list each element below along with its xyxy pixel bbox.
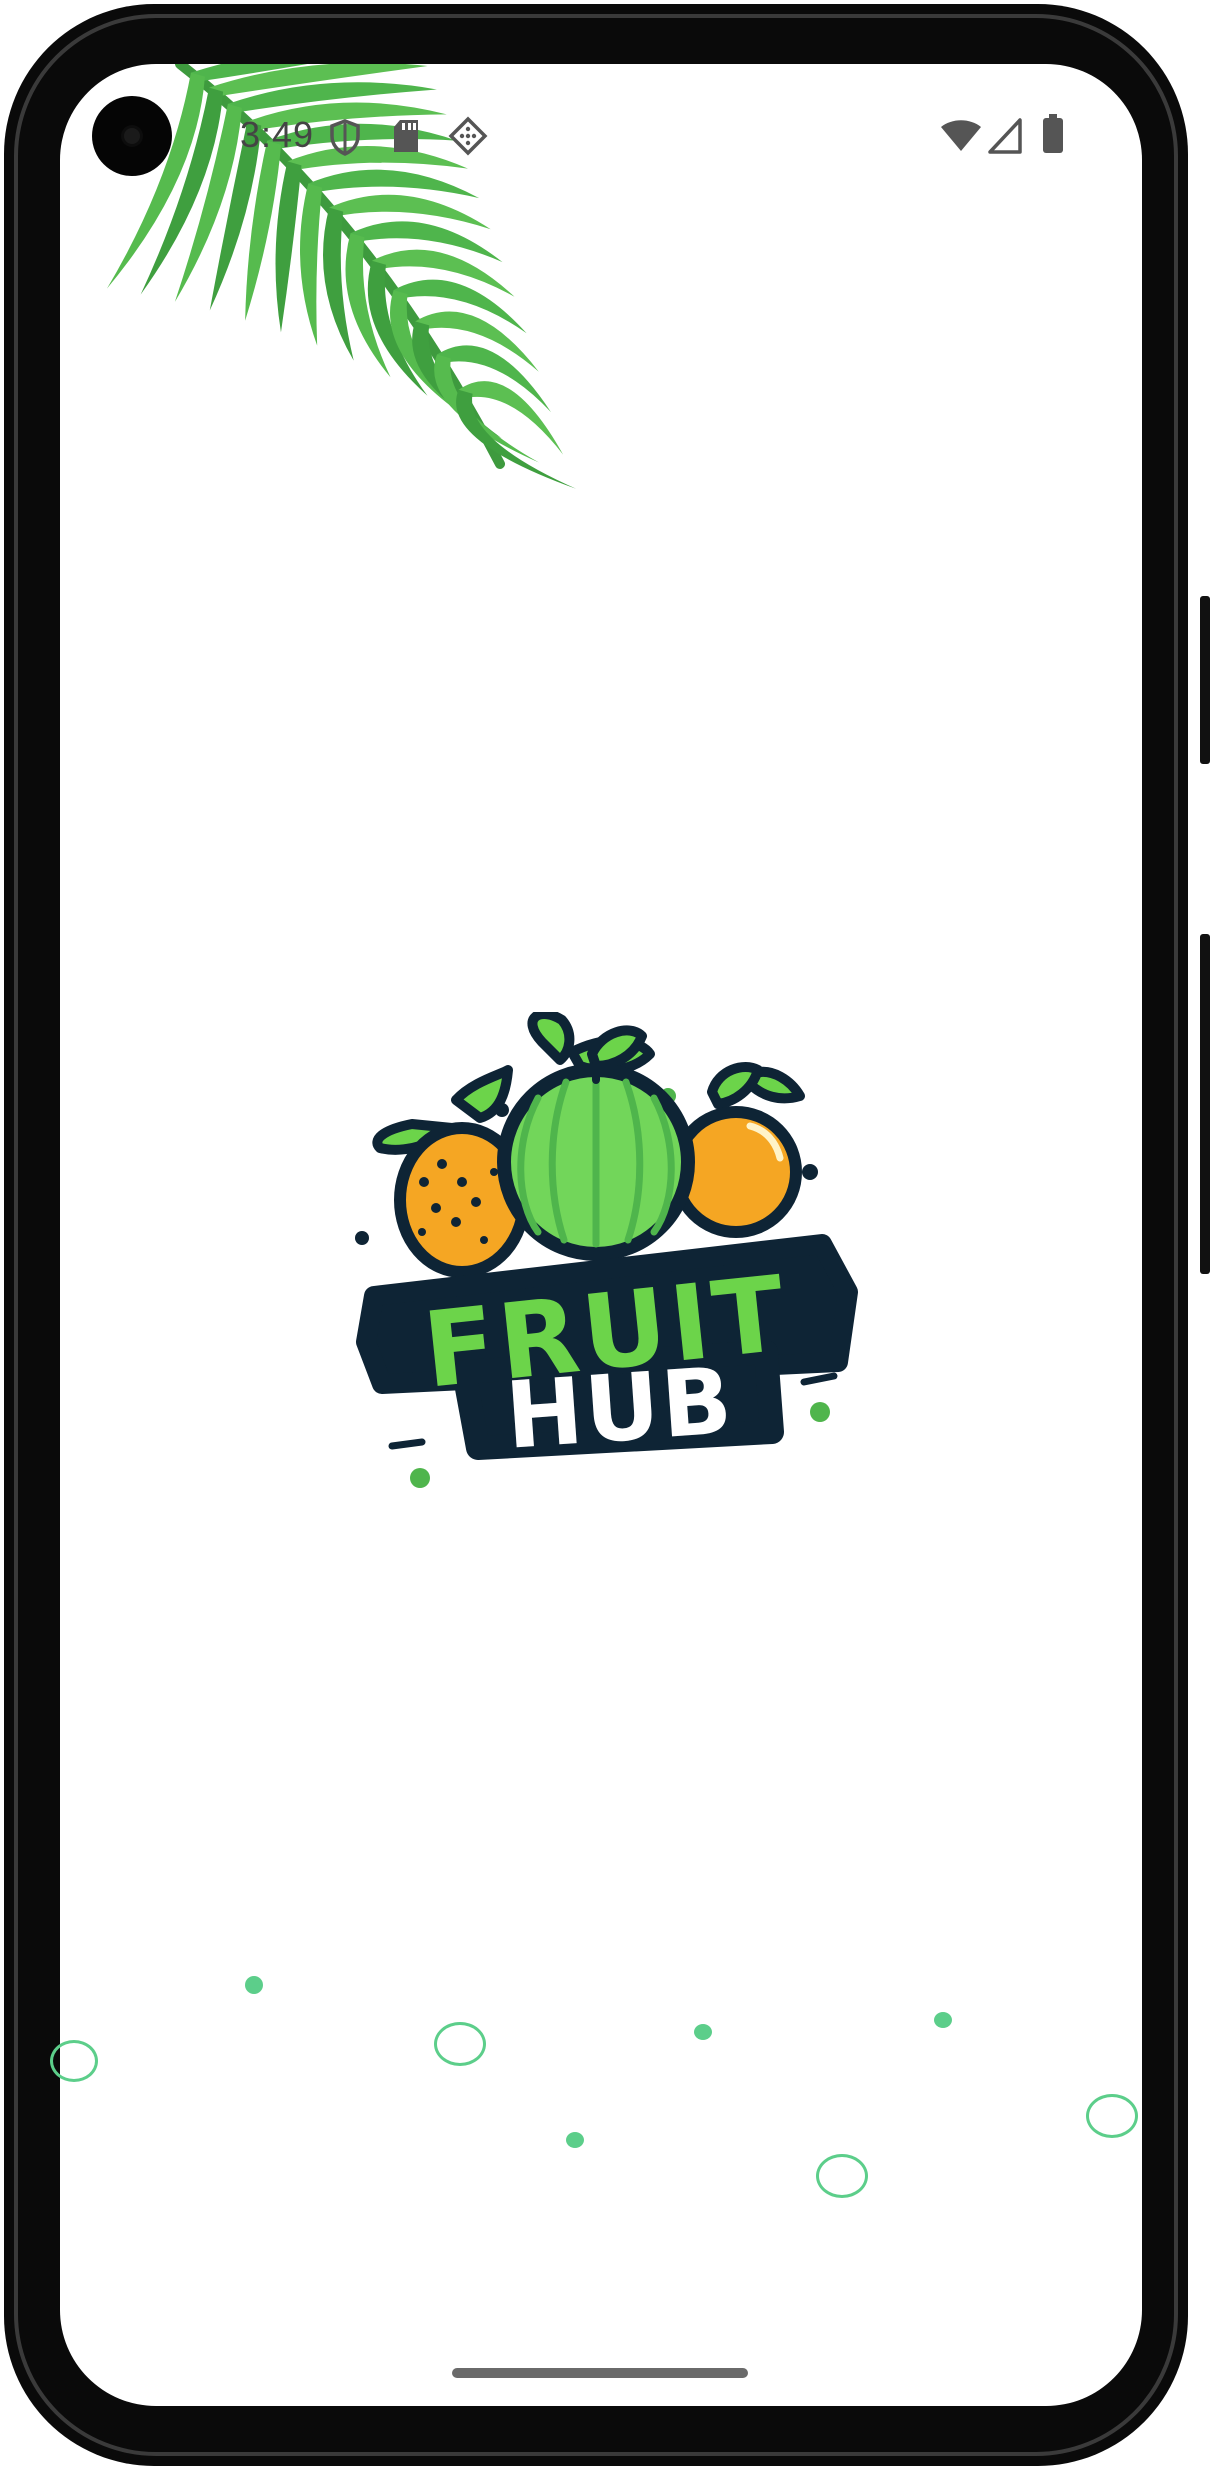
bubble-ring	[50, 2040, 98, 2082]
fruit-hub-logo: FRUIT HUB	[355, 1012, 858, 1488]
bubble-dot	[245, 1976, 263, 1994]
front-camera	[92, 96, 172, 176]
status-time: 3:49	[240, 114, 315, 155]
bubble-ring	[1086, 2094, 1138, 2138]
palm-leaflet	[275, 161, 302, 333]
battery-icon	[1043, 114, 1063, 153]
sd-card-icon	[394, 120, 418, 152]
bubble-dot	[694, 2024, 712, 2040]
cellular-signal-icon	[988, 118, 1022, 154]
palm-leaflet	[300, 183, 323, 346]
power-button[interactable]	[1200, 596, 1210, 764]
wifi-icon	[941, 120, 981, 151]
diamond-grid-icon	[448, 116, 488, 156]
bubble-ring	[434, 2022, 486, 2066]
volume-button[interactable]	[1200, 934, 1210, 1274]
palm-leaflet	[287, 146, 468, 172]
shield-icon	[330, 119, 360, 156]
bubble-ring	[816, 2154, 868, 2198]
bubble-dot	[566, 2132, 584, 2148]
bubble-dot	[934, 2012, 952, 2028]
palm-leaflet	[308, 169, 480, 199]
logo-word-hub: HUB	[502, 1347, 737, 1470]
home-gesture-bar[interactable]	[452, 2368, 748, 2378]
